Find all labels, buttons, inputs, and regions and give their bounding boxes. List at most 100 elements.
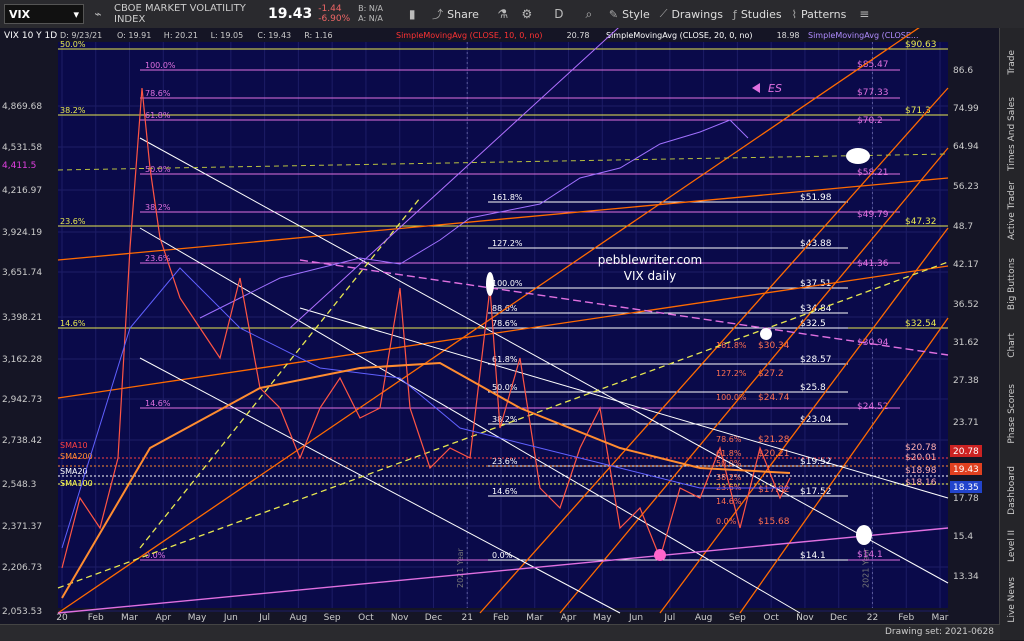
last-price: 19.43 — [268, 6, 313, 22]
toolbar: VIX ▾ ⌁ CBOE MARKET VOLATILITY INDEX 19.4… — [0, 0, 1024, 29]
status-bar: Drawing set: 2021-0628 — [0, 624, 1000, 641]
symbol-selector[interactable]: VIX ▾ — [4, 4, 84, 24]
x-tick-Jun: Jun — [628, 613, 643, 623]
year-marker: 2021 Year — [456, 547, 465, 588]
sidebar-tab-label: Level II — [1007, 530, 1017, 562]
fib-yellow-pct: 23.6% — [60, 217, 86, 226]
left-tick: 4,531.58 — [2, 143, 42, 153]
patterns-icon: ⌇ — [791, 7, 797, 21]
studies-button[interactable]: ƒ Studies — [733, 8, 782, 21]
ask: A: N/A — [358, 14, 383, 23]
left-tick: 3,162.28 — [2, 355, 42, 365]
x-tick-Dec: Dec — [425, 613, 442, 623]
x-tick-Nov: Nov — [796, 613, 814, 623]
level-magenta: $24.52 — [857, 402, 889, 412]
level-orange: $15.68 — [758, 517, 790, 527]
studies-label: Studies — [740, 7, 782, 21]
right-tick: 23.71 — [953, 418, 979, 428]
level-magenta: $49.79 — [857, 210, 889, 220]
sidebar-tab-phase-scores[interactable]: Phase Scores — [1002, 374, 1022, 454]
sidebar-tab-chart[interactable]: Chart — [1002, 324, 1022, 366]
right-tick: 31.62 — [953, 338, 979, 348]
ohlc-value-0: D: 9/23/21 — [60, 31, 102, 40]
left-tick: 3,398.21 — [2, 313, 42, 323]
fib-magenta-pct: 78.6% — [145, 89, 171, 98]
search-icon[interactable]: ⌕ — [579, 4, 599, 24]
x-tick-Nov: Nov — [391, 613, 409, 623]
level-white: $17.52 — [800, 487, 832, 497]
flask-icon[interactable]: ⚗ — [493, 4, 513, 24]
change-abs: -1.44 — [318, 4, 342, 14]
level-yellow: $32.54 — [905, 319, 937, 329]
fib-magenta-pct: 100.0% — [145, 61, 176, 70]
sidebar-tab-label: Active Trader — [1007, 181, 1017, 241]
sidebar-tab-dashboard[interactable]: Dashboard — [1002, 464, 1022, 516]
x-tick-Apr: Apr — [561, 613, 577, 623]
gear-icon[interactable]: ⚙ — [517, 4, 537, 24]
x-tick-22: 22 — [867, 613, 878, 623]
level-magenta: $85.47 — [857, 60, 889, 70]
chart-type-icon[interactable]: ▮ — [402, 4, 422, 24]
symbol-text: VIX — [9, 7, 31, 21]
ma-label-sma20: SMA20 — [60, 467, 88, 476]
right-tick: 13.34 — [953, 572, 979, 582]
sidebar-tab-times-and-sales[interactable]: Times And Sales — [1002, 97, 1022, 171]
vix-chart[interactable]: VIX 10 Y 1D D: 9/23/21 O: 19.91 H: 20.21 L: … — [0, 28, 1000, 624]
price-flag-label: 18.35 — [953, 483, 979, 493]
sidebar-tab-label: Trade — [1007, 49, 1017, 75]
fib-orange-pct: 61.8% — [716, 449, 742, 458]
x-tick-Sep: Sep — [729, 613, 746, 623]
right-tick: 17.78 — [953, 494, 979, 504]
left-tick: 4,869.68 — [2, 102, 42, 112]
level-white: $25.8 — [800, 383, 826, 393]
sidebar-tab-big-buttons[interactable]: Big Buttons — [1002, 252, 1022, 316]
chevron-down-icon: ▾ — [73, 7, 79, 21]
level-white: $28.57 — [800, 355, 832, 365]
left-highlight: 4,411.5 — [2, 161, 36, 171]
study-value-1: 18.98 — [777, 31, 800, 40]
x-tick-Sep: Sep — [324, 613, 341, 623]
fib-white-pct: 127.2% — [492, 239, 523, 248]
sidebar-tab-trade[interactable]: Trade — [1002, 36, 1022, 88]
ohlc-value-3: L: 19.05 — [211, 31, 244, 40]
fib-white-pct: 14.6% — [492, 487, 518, 496]
right-sidebar: Trade Times And Sales Active Trader Big But… — [999, 28, 1024, 640]
studies-icon: ƒ — [732, 7, 737, 21]
x-tick-Jun: Jun — [223, 613, 238, 623]
interval-button[interactable]: D — [549, 4, 569, 24]
left-tick: 3,924.19 — [2, 228, 42, 238]
annotation-es: ES — [768, 82, 782, 95]
sidebar-tab-label: Phase Scores — [1007, 384, 1017, 444]
patterns-label: Patterns — [801, 7, 847, 21]
annotation-title: VIX daily — [624, 269, 677, 283]
patterns-button[interactable]: ⌇ Patterns — [792, 8, 847, 21]
x-tick-20: 20 — [56, 613, 68, 623]
sidebar-tab-level-ii[interactable]: Level II — [1002, 524, 1022, 568]
fib-white-pct: 38.2% — [492, 415, 518, 424]
sidebar-tab-active-trader[interactable]: Active Trader — [1002, 178, 1022, 244]
style-button[interactable]: ✎ Style — [609, 8, 650, 21]
ma-label-sma200: SMA200 — [60, 452, 93, 461]
right-tick: 86.6 — [953, 66, 973, 76]
x-tick-Jul: Jul — [663, 613, 675, 623]
fib-magenta-pct: 50.0% — [145, 165, 171, 174]
study-label-1: SimpleMovingAvg (CLOSE, 20, 0, no) — [606, 31, 753, 40]
sidebar-tab-label: Times And Sales — [1007, 97, 1017, 171]
sidebar-tab-live-news[interactable]: Live News — [1002, 576, 1022, 624]
fib-orange-pct: 38.2% — [716, 473, 742, 482]
price-change: -1.44 -6.90% — [318, 4, 350, 24]
right-tick: 48.7 — [953, 222, 973, 232]
x-tick-Mar: Mar — [121, 613, 138, 623]
bid: B: N/A — [358, 4, 384, 13]
ma-label-sma100: SMA100 — [60, 479, 93, 488]
style-label: Style — [622, 7, 650, 21]
left-tick: 2,371.37 — [2, 522, 42, 532]
drawings-button[interactable]: ⟋ Drawings — [660, 7, 723, 21]
link-icon[interactable]: ⌁ — [88, 4, 108, 24]
fib-magenta-pct: 14.6% — [145, 399, 171, 408]
share-button[interactable]: ⤴ Share — [432, 6, 479, 22]
chart-header: VIX 10 Y 1D — [4, 31, 57, 41]
x-tick-Aug: Aug — [695, 613, 713, 623]
price-flag-label: 19.43 — [953, 465, 979, 475]
menu-icon[interactable]: ≡ — [854, 4, 874, 24]
